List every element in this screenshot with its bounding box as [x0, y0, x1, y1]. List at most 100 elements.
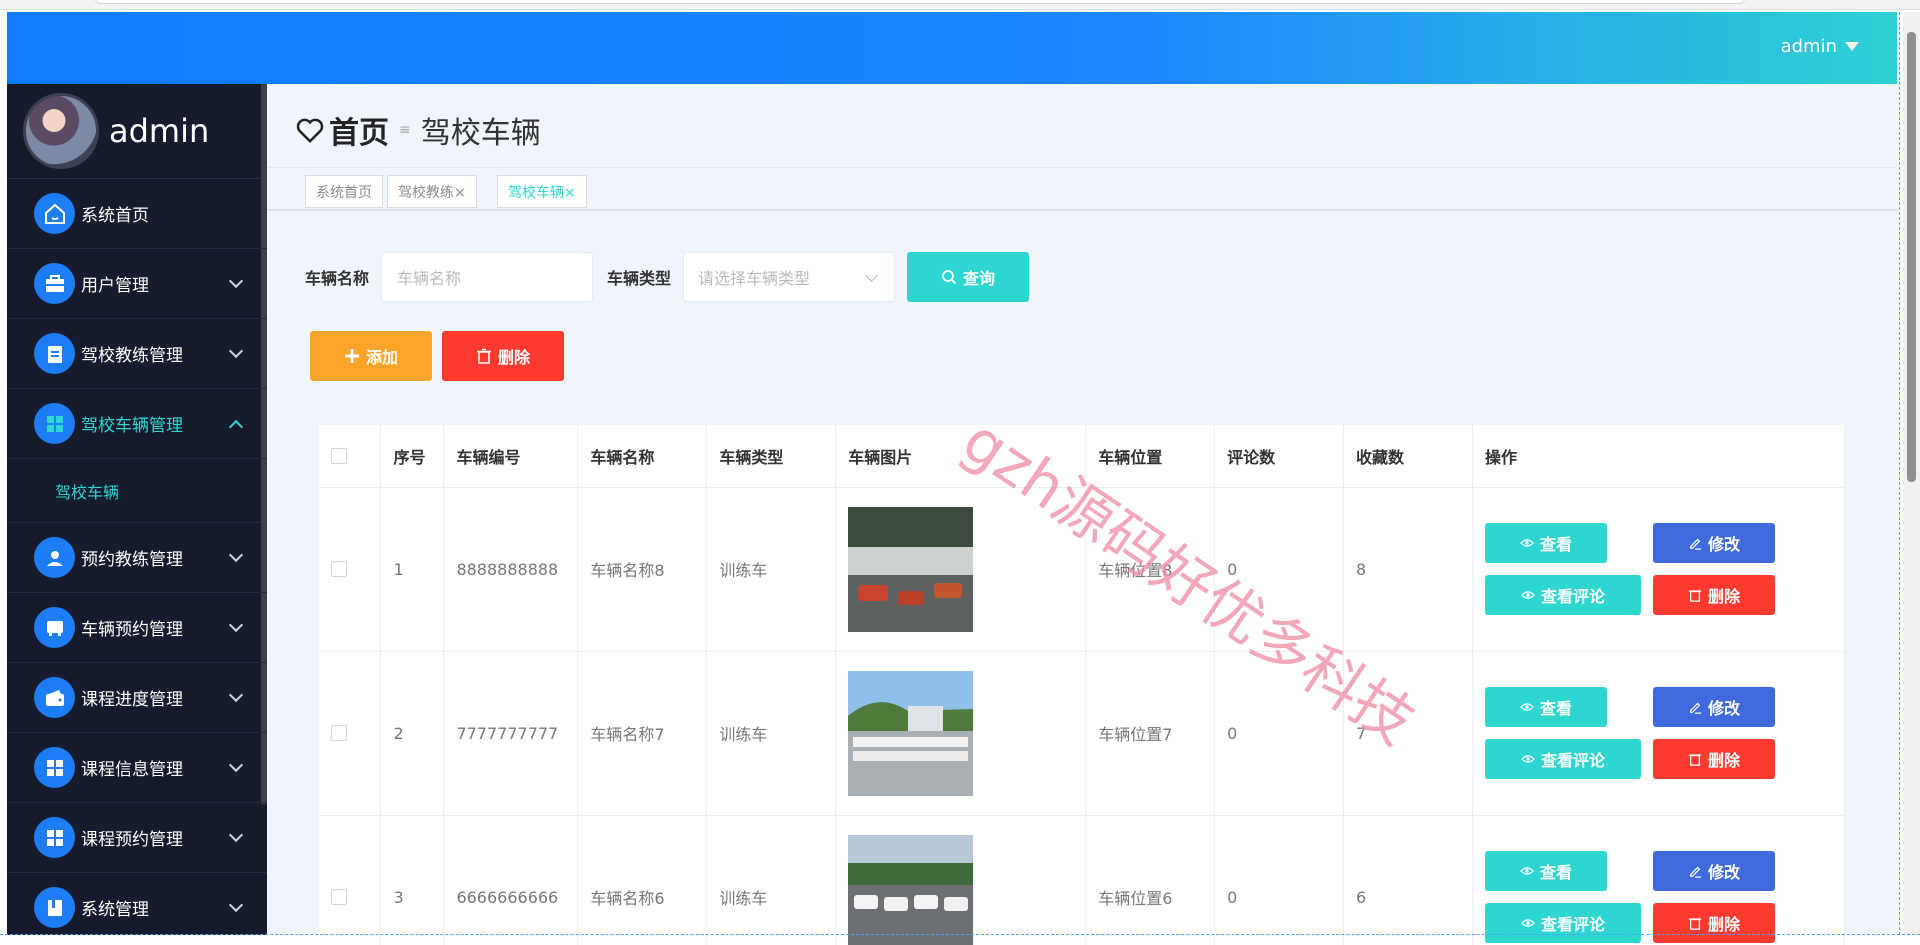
view-button[interactable]: 查看	[1485, 851, 1607, 891]
tag-home[interactable]: 系统首页	[305, 175, 383, 208]
username-label: admin	[1781, 36, 1837, 57]
sidebar-item-course-info[interactable]: 课程信息管理	[7, 733, 267, 803]
cell-index: 2	[381, 651, 444, 815]
select-all-checkbox[interactable]	[331, 448, 347, 464]
avatar	[23, 93, 99, 169]
search-icon	[941, 269, 957, 285]
cell-type: 训练车	[707, 487, 836, 651]
sidebar-item-course-progress[interactable]: 课程进度管理	[7, 663, 267, 733]
sidebar-item-course-booking[interactable]: 课程预约管理	[7, 803, 267, 873]
trash-icon	[1688, 916, 1702, 930]
cell-comments: 0	[1215, 815, 1344, 945]
cell-actions: 查看 修改 查看评论 删除	[1472, 487, 1844, 651]
edit-icon	[1688, 700, 1702, 714]
tag-vehicles[interactable]: 驾校车辆×	[497, 175, 587, 208]
row-delete-label: 删除	[1708, 583, 1740, 607]
wallet-icon	[34, 677, 75, 718]
briefcase-icon	[34, 263, 75, 304]
clipboard-icon	[34, 333, 75, 374]
delete-button[interactable]: 删除	[442, 331, 564, 381]
edit-button[interactable]: 修改	[1653, 523, 1775, 563]
edit-button[interactable]: 修改	[1653, 851, 1775, 891]
grid-icon	[34, 403, 75, 444]
edit-icon	[1688, 864, 1702, 878]
table-row: 2 7777777777 车辆名称7 训练车 车辆位置7 0 7 查看 修改	[319, 651, 1845, 815]
add-label: 添加	[366, 344, 398, 368]
row-delete-button[interactable]: 删除	[1653, 739, 1775, 779]
plus-icon	[344, 348, 360, 364]
breadcrumb-separator-icon: ≡	[399, 122, 411, 138]
column-header: 车辆编号	[444, 425, 578, 487]
chevron-down-icon	[229, 828, 243, 842]
page-scrollbar[interactable]	[1903, 12, 1920, 935]
cell-code: 8888888888	[444, 487, 578, 651]
row-select-cell	[319, 487, 381, 651]
bus-icon	[34, 607, 75, 648]
chevron-down-icon	[229, 898, 243, 912]
column-header: 收藏数	[1344, 425, 1473, 487]
type-label: 车辆类型	[607, 265, 671, 289]
eye-icon	[1521, 752, 1535, 766]
row-delete-label: 删除	[1708, 747, 1740, 771]
column-header: 序号	[381, 425, 444, 487]
sidebar-item-label: 车辆预约管理	[81, 615, 183, 640]
sidebar-item-coach[interactable]: 驾校教练管理	[7, 319, 267, 389]
browser-top-strip	[0, 0, 1920, 10]
grid-icon	[34, 817, 75, 858]
user-menu[interactable]: admin	[1781, 36, 1859, 57]
cell-actions: 查看 修改 查看评论 删除	[1472, 651, 1844, 815]
sidebar-item-vehicles[interactable]: 驾校车辆管理	[7, 389, 267, 459]
query-label: 查询	[963, 265, 995, 289]
sidebar-item-home[interactable]: 系统首页	[7, 179, 267, 249]
cell-image	[836, 651, 1086, 815]
sidebar-item-label: 课程信息管理	[81, 755, 183, 780]
view-button[interactable]: 查看	[1485, 687, 1607, 727]
sidebar-item-label: 课程进度管理	[81, 685, 183, 710]
row-checkbox[interactable]	[331, 725, 347, 741]
cell-index: 1	[381, 487, 444, 651]
profile-name: admin	[109, 112, 209, 150]
cell-type: 训练车	[707, 651, 836, 815]
cell-code: 7777777777	[444, 651, 578, 815]
sidebar-subitem-vehicles[interactable]: 驾校车辆	[7, 459, 267, 523]
query-button[interactable]: 查询	[907, 252, 1029, 302]
row-select-cell	[319, 651, 381, 815]
row-select-cell	[319, 815, 381, 945]
sidebar-item-label: 用户管理	[81, 271, 149, 296]
add-button[interactable]: 添加	[310, 331, 432, 381]
row-checkbox[interactable]	[331, 889, 347, 905]
delete-label: 删除	[498, 344, 530, 368]
row-delete-button[interactable]: 删除	[1653, 903, 1775, 943]
sidebar-item-vehicle-booking[interactable]: 车辆预约管理	[7, 593, 267, 663]
sidebar-item-system[interactable]: 系统管理	[7, 873, 267, 935]
row-checkbox[interactable]	[331, 561, 347, 577]
cell-image	[836, 815, 1086, 945]
view-comments-button[interactable]: 查看评论	[1485, 903, 1641, 943]
eye-icon	[1521, 916, 1535, 930]
sidebar-item-users[interactable]: 用户管理	[7, 249, 267, 319]
page-scrollbar-thumb[interactable]	[1907, 32, 1916, 482]
chevron-down-icon	[229, 758, 243, 772]
sidebar-item-booking-coach[interactable]: 预约教练管理	[7, 523, 267, 593]
breadcrumb-home[interactable]: 首页	[329, 108, 389, 152]
tag-label: 驾校教练×	[398, 182, 466, 202]
edit-button[interactable]: 修改	[1653, 687, 1775, 727]
view-label: 查看	[1540, 859, 1572, 883]
breadcrumb: 首页 ≡ 驾校车辆	[295, 108, 541, 152]
view-comments-label: 查看评论	[1541, 583, 1605, 607]
eye-icon	[1520, 700, 1534, 714]
view-button[interactable]: 查看	[1485, 523, 1607, 563]
search-bar: 车辆名称 车辆名称 车辆类型 请选择车辆类型 查询	[305, 252, 1029, 302]
sidebar-subitem-label: 驾校车辆	[55, 479, 119, 503]
view-comments-button[interactable]: 查看评论	[1485, 739, 1641, 779]
chevron-down-icon	[229, 344, 243, 358]
type-select[interactable]: 请选择车辆类型	[683, 252, 895, 302]
edit-icon	[1688, 536, 1702, 550]
cell-actions: 查看 修改 查看评论 删除	[1472, 815, 1844, 945]
row-delete-button[interactable]: 删除	[1653, 575, 1775, 615]
name-search-input[interactable]: 车辆名称	[381, 252, 593, 302]
view-comments-button[interactable]: 查看评论	[1485, 575, 1641, 615]
tag-coach[interactable]: 驾校教练×	[387, 175, 477, 208]
tag-label: 系统首页	[316, 182, 372, 202]
name-placeholder: 车辆名称	[397, 265, 461, 289]
